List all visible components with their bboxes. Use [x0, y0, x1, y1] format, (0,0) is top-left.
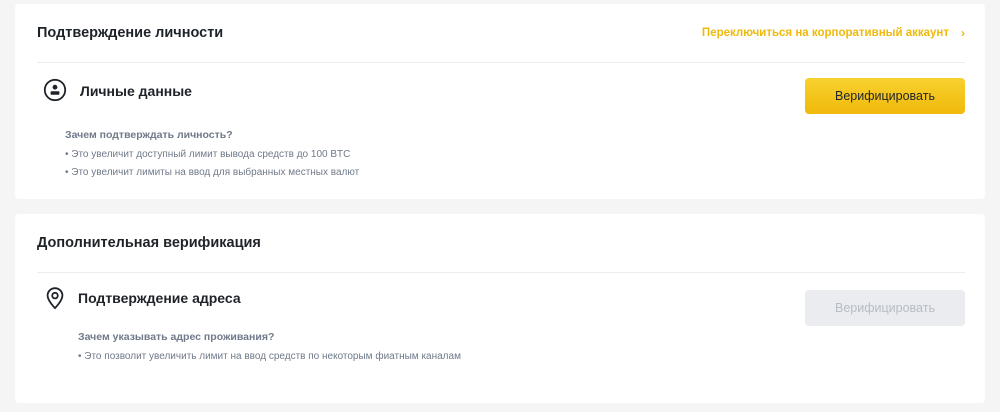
divider: [37, 272, 965, 273]
why-address-heading: Зачем указывать адрес проживания?: [78, 331, 275, 343]
chevron-right-icon: ›: [961, 26, 965, 40]
identity-card-title: Подтверждение личности: [37, 25, 224, 41]
additional-card-title: Дополнительная верификация: [37, 235, 261, 251]
identity-verification-card: Подтверждение личности Переключиться на …: [15, 4, 985, 199]
address-verification-title: Подтверждение адреса: [78, 290, 241, 306]
user-circle-icon: [43, 78, 67, 102]
verify-address-button[interactable]: Верифицировать: [805, 290, 965, 326]
location-pin-icon: [43, 286, 67, 310]
divider: [37, 62, 965, 63]
switch-to-corporate-link[interactable]: Переключиться на корпоративный аккаунт ›: [702, 26, 965, 40]
address-benefit-item: • Это позволит увеличить лимит на ввод с…: [78, 351, 461, 362]
verify-identity-button[interactable]: Верифицировать: [805, 78, 965, 114]
additional-verification-card: Дополнительная верификация Подтверждение…: [15, 214, 985, 403]
personal-data-title: Личные данные: [80, 83, 192, 99]
switch-link-label: Переключиться на корпоративный аккаунт: [701, 27, 949, 39]
identity-benefit-item: • Это увеличит доступный лимит вывода ср…: [65, 149, 351, 160]
why-verify-identity-heading: Зачем подтверждать личность?: [65, 129, 233, 141]
identity-benefit-item: • Это увеличит лимиты на ввод для выбран…: [65, 167, 360, 178]
